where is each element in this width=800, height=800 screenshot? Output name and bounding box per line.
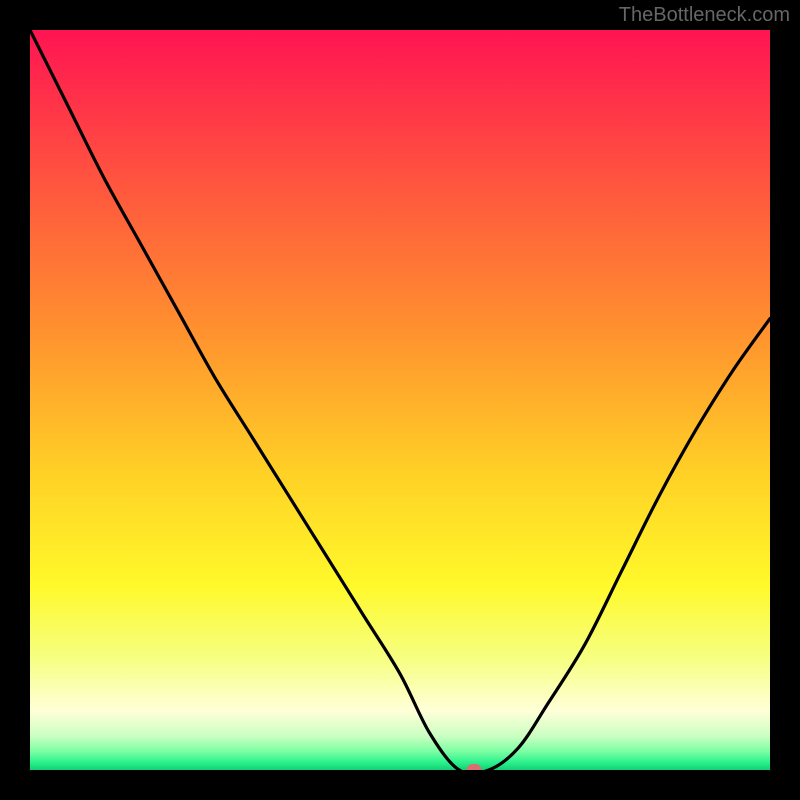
watermark-text: TheBottleneck.com bbox=[619, 4, 790, 27]
chart-frame: TheBottleneck.com bbox=[0, 0, 800, 800]
chart-plot-area bbox=[30, 30, 770, 770]
chart-curve bbox=[30, 30, 770, 770]
chart-marker-point bbox=[467, 764, 482, 770]
